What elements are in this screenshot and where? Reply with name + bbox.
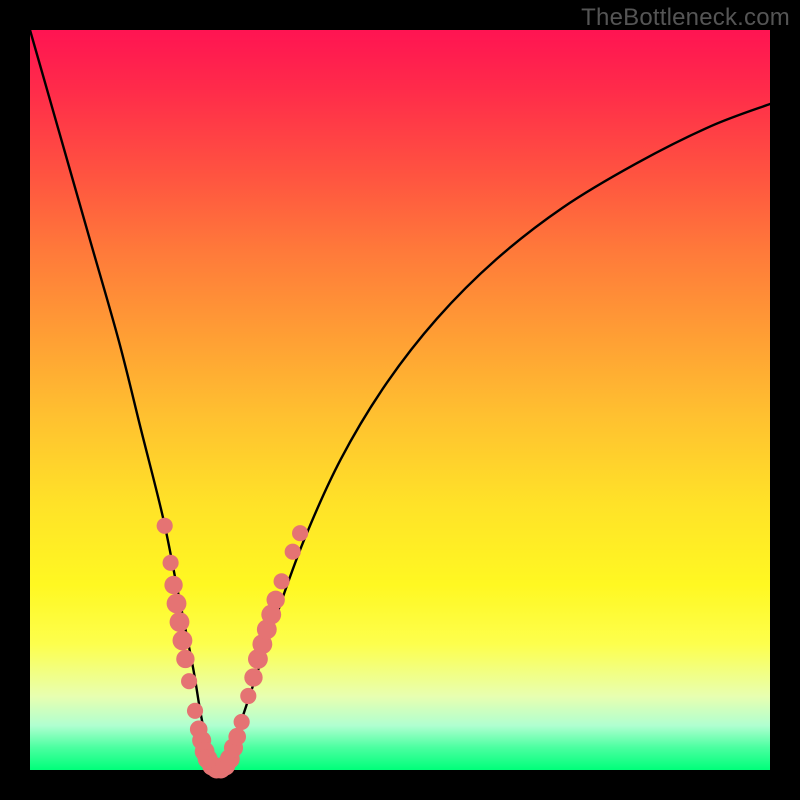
marker-dot	[240, 688, 256, 704]
marker-dot	[244, 668, 262, 686]
marker-dot	[173, 631, 193, 651]
marker-dot	[167, 594, 187, 614]
marker-dot	[170, 612, 190, 632]
watermark-text: TheBottleneck.com	[581, 4, 790, 32]
marker-dot	[176, 650, 194, 668]
marker-dot	[285, 544, 301, 560]
highlight-dots	[157, 518, 309, 779]
marker-dot	[157, 518, 173, 534]
chart-frame: TheBottleneck.com	[0, 0, 800, 800]
marker-dot	[228, 728, 246, 746]
curve-layer	[30, 30, 770, 770]
marker-dot	[274, 573, 290, 589]
marker-dot	[164, 576, 182, 594]
marker-dot	[267, 591, 285, 609]
marker-dot	[163, 555, 179, 571]
marker-dot	[234, 714, 250, 730]
marker-dot	[181, 673, 197, 689]
marker-dot	[292, 525, 308, 541]
marker-dot	[187, 703, 203, 719]
plot-area	[30, 30, 770, 770]
bottleneck-curve	[30, 30, 770, 772]
